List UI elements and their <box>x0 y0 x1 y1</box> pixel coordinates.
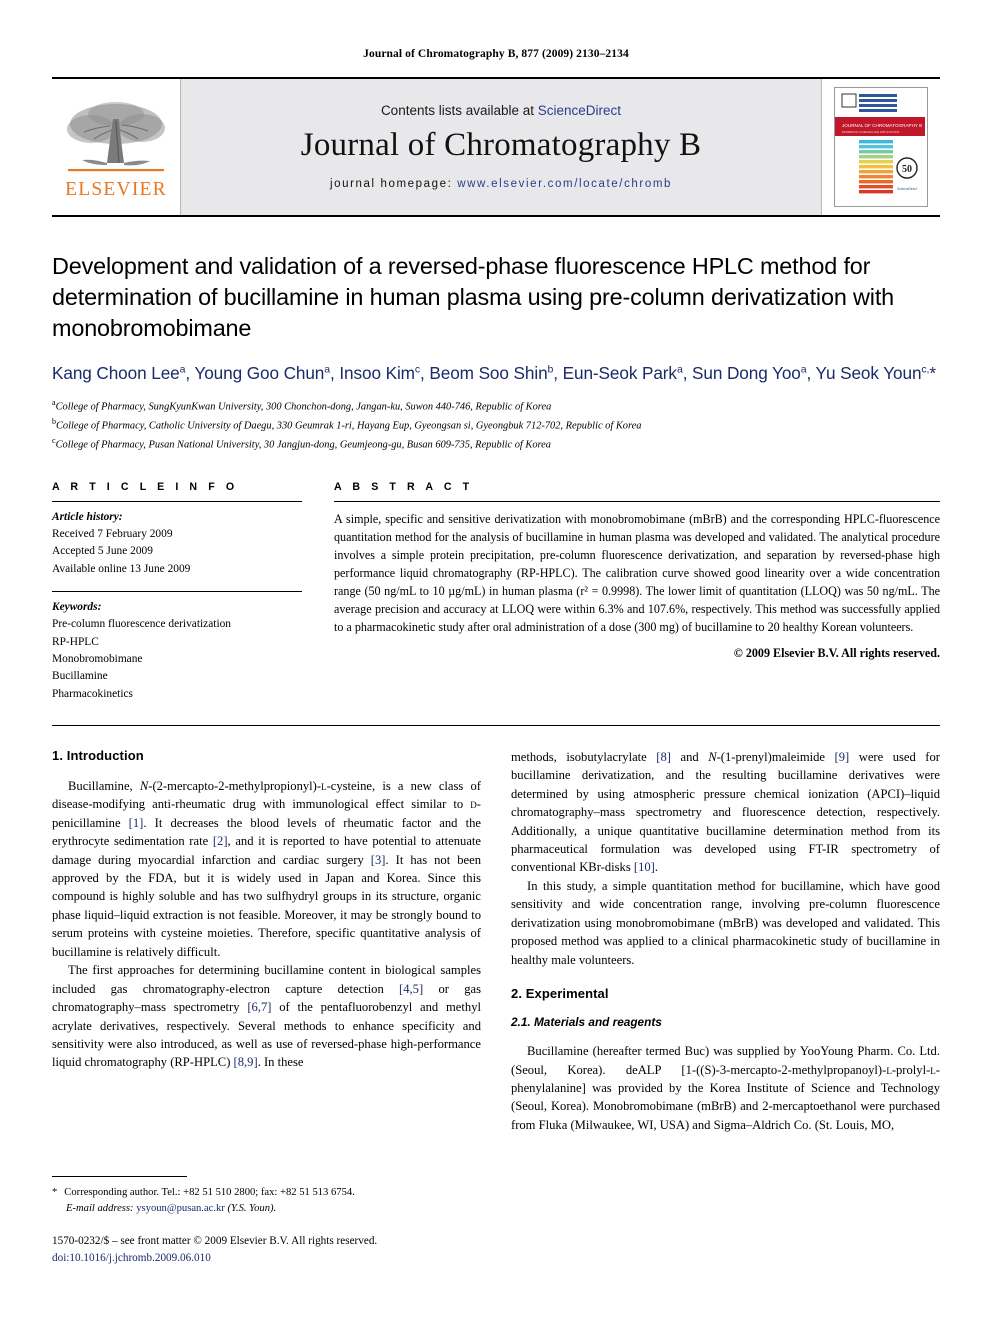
section-heading-experimental: 2. Experimental <box>511 986 609 1002</box>
divider <box>52 590 302 592</box>
affiliation-item: cCollege of Pharmacy, Pusan National Uni… <box>52 435 940 454</box>
subsection-heading-materials: 2.1. Materials and reagents <box>511 1015 662 1030</box>
masthead-center: Contents lists available at ScienceDirec… <box>180 79 822 215</box>
author-list: Kang Choon Leea, Young Goo Chuna, Insoo … <box>52 362 936 383</box>
article-history-block: Article history: Received 7 February 200… <box>52 509 302 578</box>
divider <box>334 500 940 502</box>
issn-line: 1570-0232/$ – see front matter © 2009 El… <box>52 1235 378 1248</box>
copyright-line: © 2009 Elsevier B.V. All rights reserved… <box>733 645 940 660</box>
article-info-column: A R T I C L E I N F O Article history: R… <box>52 481 302 703</box>
doi-line[interactable]: doi:10.1016/j.jchromb.2009.06.010 <box>52 1250 481 1267</box>
section-heading-introduction: 1. Introduction <box>52 747 144 763</box>
email-label: E-mail address: <box>66 1202 137 1214</box>
cover-anniversary-seal: 50 <box>902 164 912 175</box>
keyword-item: RP-HPLC <box>52 635 99 648</box>
history-item: Accepted 5 June 2009 <box>52 545 153 558</box>
article-page: Journal of Chromatography B, 877 (2009) … <box>0 0 992 1323</box>
journal-cover-cell: JOURNAL OF CHROMATOGRAPHY B BIOMEDICAL S… <box>822 79 940 215</box>
abstract-text: A simple, specific and sensitive derivat… <box>334 511 940 635</box>
footnote-block: * Corresponding author. Tel.: +82 51 510 … <box>52 1175 481 1267</box>
affiliation-text: College of Pharmacy, SungKyunKwan Univer… <box>55 401 552 413</box>
body-column-right: methods, isobutylacrylate [8] and N-(1-p… <box>511 748 940 1134</box>
history-item: Available online 13 June 2009 <box>52 562 191 575</box>
journal-cover-thumbnail: JOURNAL OF CHROMATOGRAPHY B BIOMEDICAL S… <box>834 87 928 207</box>
page-title: Development and validation of a reversed… <box>52 253 895 341</box>
article-history-label: Article history: <box>52 510 123 523</box>
journal-cover-art: JOURNAL OF CHROMATOGRAPHY B BIOMEDICAL S… <box>835 88 925 204</box>
contents-available-line: Contents lists available at ScienceDirec… <box>381 103 621 118</box>
abstract-column: A B S T R A C T A simple, specific and s… <box>334 481 940 703</box>
footnote-divider <box>52 1175 187 1177</box>
corresponding-author-text: Corresponding author. Tel.: +82 51 510 2… <box>64 1186 355 1198</box>
elsevier-logo: ELSEVIER <box>52 79 180 215</box>
paragraph: In this study, a simple quantitation met… <box>511 878 940 967</box>
journal-masthead: ELSEVIER Contents lists available at Sci… <box>52 77 940 217</box>
svg-text:BIOMEDICAL SCIENCES AND APPLIC: BIOMEDICAL SCIENCES AND APPLICATIONS <box>842 130 899 134</box>
keyword-item: Pharmacokinetics <box>52 687 133 700</box>
email-suffix: (Y.S. Youn). <box>224 1202 277 1214</box>
paragraph: methods, isobutylacrylate [8] and N-(1-p… <box>511 749 940 875</box>
cover-band-title: JOURNAL OF CHROMATOGRAPHY B <box>842 123 922 128</box>
sciencedirect-link[interactable]: ScienceDirect <box>538 103 621 118</box>
svg-text:ScienceDirect: ScienceDirect <box>897 187 917 191</box>
journal-homepage-line: journal homepage: www.elsevier.com/locat… <box>330 178 672 190</box>
paragraph: The first approaches for determining buc… <box>52 963 482 1070</box>
corresponding-author-note: * Corresponding author. Tel.: +82 51 510 … <box>52 1185 481 1201</box>
affiliation-item: bCollege of Pharmacy, Catholic Universit… <box>52 416 940 435</box>
keywords-block: Keywords: Pre-column fluorescence deriva… <box>52 599 302 703</box>
elsevier-wordmark: ELSEVIER <box>65 178 167 200</box>
paragraph: Bucillamine, N-(2-mercapto-2-methylpropi… <box>52 778 482 959</box>
homepage-label: journal homepage: <box>329 177 458 190</box>
issn-block: 1570-0232/$ – see front matter © 2009 El… <box>52 1233 481 1267</box>
affiliation-item: aCollege of Pharmacy, SungKyunKwan Unive… <box>52 397 940 416</box>
contents-prefix: Contents lists available at <box>380 102 538 118</box>
divider <box>52 724 940 726</box>
keyword-item: Pre-column fluorescence derivatization <box>52 618 232 631</box>
keywords-label: Keywords: <box>52 600 102 613</box>
body-column-left: 1. Introduction Bucillamine, N-(2-mercap… <box>52 748 481 1134</box>
email-link[interactable]: ysyoun@pusan.ac.kr <box>136 1203 225 1214</box>
keyword-item: Bucillamine <box>52 670 108 683</box>
affiliation-text: College of Pharmacy, Catholic University… <box>56 420 642 432</box>
title-block: Development and validation of a reversed… <box>52 251 940 455</box>
running-head: Journal of Chromatography B, 877 (2009) … <box>363 48 629 60</box>
paragraph: Bucillamine (hereafter termed Buc) was s… <box>511 1044 940 1132</box>
article-info-heading: A R T I C L E I N F O <box>52 480 239 493</box>
keyword-item: Monobromobimane <box>52 652 143 665</box>
info-abstract-region: A R T I C L E I N F O Article history: R… <box>52 481 940 703</box>
body-columns: 1. Introduction Bucillamine, N-(2-mercap… <box>52 748 940 1134</box>
abstract-heading: A B S T R A C T <box>334 480 474 493</box>
elsevier-tree-icon <box>67 101 165 171</box>
affiliation-list: aCollege of Pharmacy, SungKyunKwan Unive… <box>52 397 940 455</box>
email-note: E-mail address: ysyoun@pusan.ac.kr (Y.S.… <box>52 1201 481 1217</box>
footnote-star: * <box>52 1186 58 1198</box>
divider <box>52 500 302 502</box>
homepage-url-link[interactable]: www.elsevier.com/locate/chromb <box>457 178 672 190</box>
affiliation-text: College of Pharmacy, Pusan National Univ… <box>55 439 551 451</box>
journal-title: Journal of Chromatography B <box>300 126 702 163</box>
history-item: Received 7 February 2009 <box>52 527 173 540</box>
